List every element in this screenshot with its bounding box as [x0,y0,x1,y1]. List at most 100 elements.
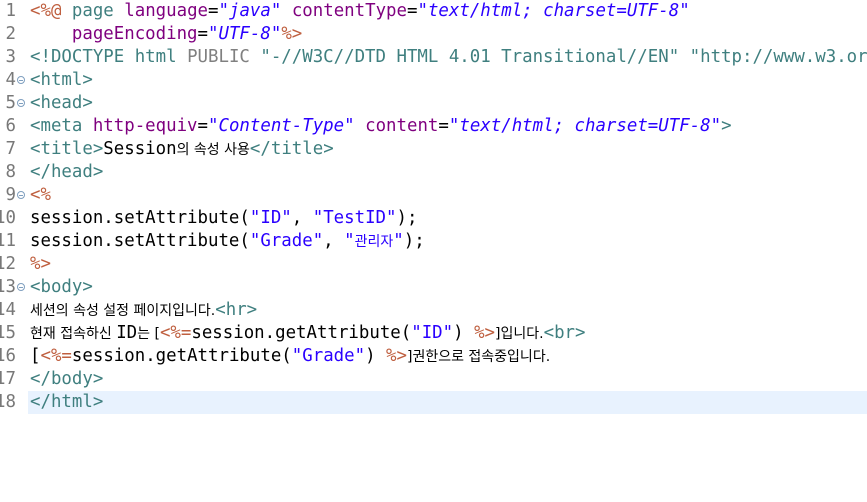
code-line[interactable]: pageEncoding="UTF-8"%> [30,23,867,46]
code-token: ID [116,323,138,343]
code-token: <%@ [30,1,62,21]
code-token: <% [30,185,51,205]
fold-collapse-icon[interactable] [17,76,25,84]
code-token: PUBLIC [187,47,250,67]
code-area[interactable]: <%@ page language="java" contentType="te… [28,0,867,502]
line-number: 4 [0,69,28,92]
code-token: <hr> [215,300,258,320]
code-token: "text/html; charset=UTF-8" [448,116,722,136]
code-token: = [438,116,449,136]
code-line[interactable]: </body> [30,368,867,391]
line-number-text: 11 [0,231,16,251]
code-token: = [208,1,219,21]
fold-collapse-icon[interactable] [17,191,25,199]
code-token: <%= [40,346,72,366]
code-token: session.getAttribute( [71,346,292,366]
code-token: ]입니다. [495,326,544,342]
fold-collapse-icon[interactable] [17,99,25,107]
line-number-text: 2 [5,24,16,44]
code-token: = [197,116,209,136]
code-token: 관리자 [354,234,394,250]
code-line[interactable]: session.setAttribute("Grade", "관리자"); [30,230,867,253]
line-number: 14 [0,299,28,322]
code-line[interactable]: <head> [30,92,867,115]
line-number: 9 [0,184,28,207]
line-number-text: 12 [0,254,16,274]
line-number-text: 7 [5,139,16,159]
code-token: , [291,208,313,228]
line-number-text: 16 [0,346,16,366]
code-line-current[interactable]: </html> [28,391,867,414]
line-number-text: 6 [5,116,16,136]
code-token: ); [403,231,425,251]
code-token: 세션의 속성 설정 페이지입니다. [30,303,216,319]
line-number: 12 [0,253,28,276]
line-number: 16 [0,345,28,368]
code-token: = [406,1,418,21]
line-number: 10 [0,207,28,230]
code-token: " [393,231,404,251]
code-token: contentType [291,1,407,21]
code-line[interactable]: <title>Session의 속성 사용</title> [30,138,867,161]
code-token: %> [281,24,303,44]
code-token: "ID" [249,208,292,228]
line-number-text: 1 [5,1,16,21]
fold-collapse-icon[interactable] [17,283,25,291]
code-token: session.setAttribute( [30,231,250,251]
code-line[interactable]: <html> [30,69,867,92]
line-number-text: 13 [0,277,16,297]
code-line[interactable]: <% [30,184,867,207]
code-token: "Grade" [249,231,324,251]
line-number: 3 [0,46,28,69]
code-line[interactable]: <%@ page language="java" contentType="te… [30,0,867,23]
code-editor[interactable]: 1 2 3 4 5 6 7 8 9 10 11 12 13 14 15 16 17 18 <%@ page lan… [0,0,867,502]
line-number: 15 [0,322,28,345]
code-token: <meta [30,116,93,136]
code-token: pageEncoding [71,24,198,44]
line-number: 8 [0,161,28,184]
line-number-text: 14 [0,300,16,320]
code-token: "Content-Type" [208,116,355,136]
code-token: %> [474,323,496,343]
code-token: <head> [30,93,93,113]
code-line[interactable]: [<%=session.getAttribute("Grade") %>]권한으… [30,345,867,368]
code-token: 의 속성 사용 [176,142,250,158]
code-token: "-//W3C//DTD HTML 4.01 Transitional//EN"… [260,47,867,67]
code-line[interactable]: 현재 접속하신 ID는 [<%=session.getAttribute("ID… [30,322,867,345]
line-number-text: 18 [0,392,16,412]
line-number-text: 9 [5,185,16,205]
code-token: 현재 접속하신 [30,326,117,342]
line-number-gutter: 1 2 3 4 5 6 7 8 9 10 11 12 13 14 15 16 17 18 [0,0,28,502]
code-line[interactable]: <!DOCTYPE html PUBLIC "-//W3C//DTD HTML … [30,46,867,69]
code-token: "UTF-8" [208,24,282,44]
line-number: 5 [0,92,28,115]
code-token: "ID" [411,323,454,343]
code-token: <br> [543,323,586,343]
code-token: language [124,1,209,21]
line-number-text: 8 [5,162,16,182]
code-token: session.getAttribute( [191,323,412,343]
code-line[interactable]: </head> [30,161,867,184]
code-token: <body> [30,277,93,297]
code-line[interactable]: session.setAttribute("ID", "TestID"); [30,207,867,230]
code-token: </html> [30,392,104,412]
code-token: [ [30,346,41,366]
code-token: %> [386,346,407,366]
code-token: > [721,116,732,136]
code-token: </title> [249,139,334,159]
line-number: 7 [0,138,28,161]
code-token: <title> [30,139,104,159]
line-number-text: 4 [5,70,16,90]
code-line[interactable]: 세션의 속성 설정 페이지입니다.<hr> [30,299,867,322]
code-token: " [344,231,355,251]
line-number: 1 [0,0,28,23]
line-number-text: 17 [0,369,16,389]
code-line[interactable]: <meta http-equiv="Content-Type" content=… [30,115,867,138]
code-line[interactable]: <body> [30,276,867,299]
code-token: <%= [159,323,192,343]
code-token: ) [453,323,475,343]
code-line[interactable]: %> [30,253,867,276]
code-token: http-equiv [92,116,198,136]
